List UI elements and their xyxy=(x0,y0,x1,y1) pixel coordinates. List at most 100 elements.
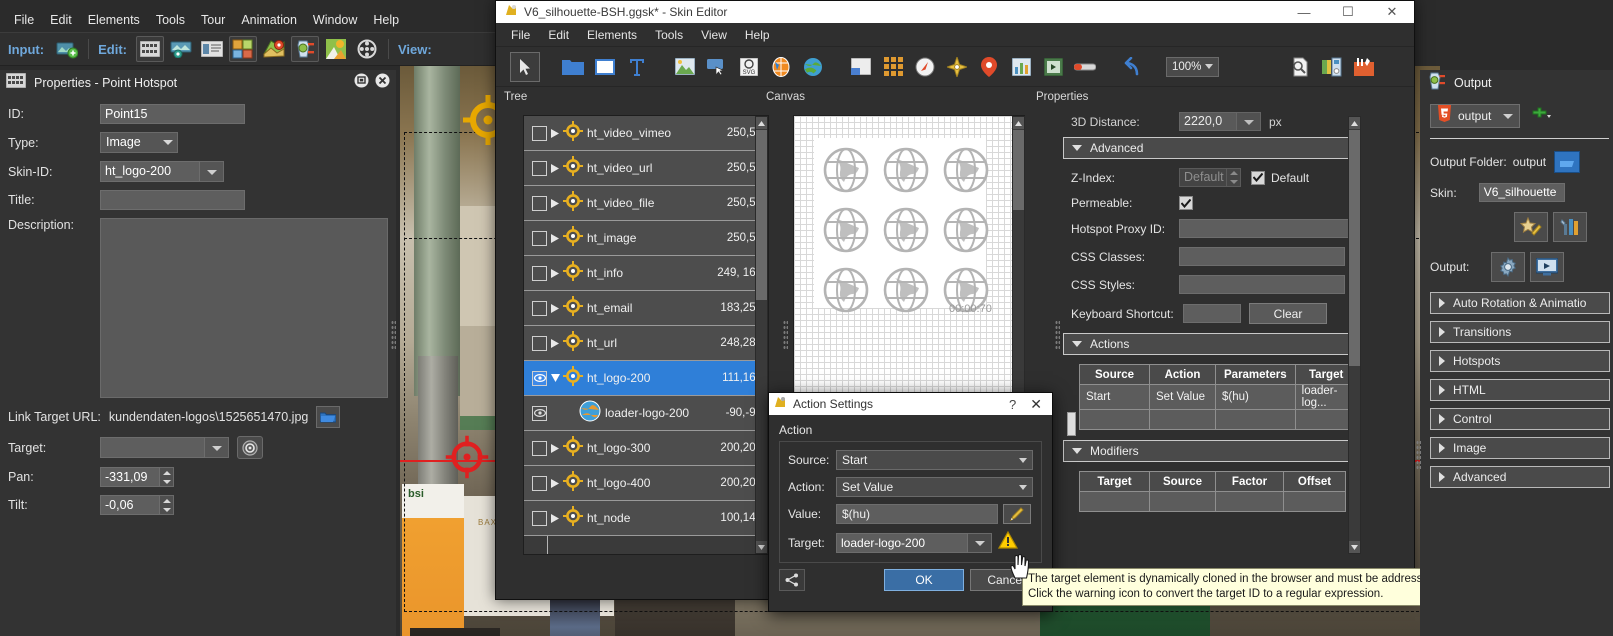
actions-row-drag-handle[interactable] xyxy=(1067,412,1076,436)
tilt-stepper[interactable]: -0,06 xyxy=(100,495,174,515)
clear-button[interactable]: Clear xyxy=(1249,303,1327,324)
scroll-up-arrow-icon[interactable] xyxy=(756,117,767,129)
svg-icon[interactable]: SVG xyxy=(734,52,764,82)
table-row[interactable]: ht_info 249, 163 xyxy=(524,256,768,291)
expand-arrow-icon[interactable] xyxy=(547,478,563,488)
visibility-checkbox-checked[interactable] xyxy=(532,405,547,421)
skin-menu-help[interactable]: Help xyxy=(736,25,779,45)
expand-arrow-icon[interactable] xyxy=(547,233,563,243)
help-icon[interactable]: ? xyxy=(1001,397,1024,412)
visibility-checkbox[interactable] xyxy=(532,440,547,456)
skin-value[interactable]: V6_silhouette xyxy=(1478,183,1565,202)
panorama-editor-icon[interactable] xyxy=(167,36,195,62)
accordion-hotspots[interactable]: Hotspots xyxy=(1430,350,1610,372)
expand-arrow-icon[interactable] xyxy=(547,338,563,348)
expand-arrow-icon[interactable] xyxy=(547,163,563,173)
left-splitter-handle[interactable] xyxy=(391,320,396,350)
right-splitter-handle[interactable] xyxy=(1416,440,1421,470)
keyboard-shortcut-input[interactable] xyxy=(1183,304,1241,323)
skin-menu-tools[interactable]: Tools xyxy=(646,25,692,45)
accordion-auto-rotation[interactable]: Auto Rotation & Animatio xyxy=(1430,292,1610,314)
z-index-value[interactable]: Default xyxy=(1179,168,1227,187)
target-dropdown[interactable] xyxy=(100,437,229,458)
canvas-globe-icon[interactable] xyxy=(822,146,870,194)
hotspot-editor-icon[interactable] xyxy=(135,36,164,62)
canvas-globe-icon[interactable] xyxy=(942,146,990,194)
scroll-down-arrow-icon[interactable] xyxy=(756,541,767,553)
skin-editor-toolbar[interactable]: SVG 100% xyxy=(496,47,1414,87)
scroll-up-arrow-icon[interactable] xyxy=(1349,117,1360,129)
button-icon[interactable] xyxy=(702,52,732,82)
tilt-spin-buttons[interactable] xyxy=(160,495,174,515)
table-row-child[interactable]: loader-logo-200 -90,-90 xyxy=(524,396,768,431)
canvas-globe-icon[interactable] xyxy=(822,266,870,314)
skin-menu-edit[interactable]: Edit xyxy=(539,25,578,45)
skin-editor-titlebar[interactable]: V6_silhouette-BSH.ggsk* - Skin Editor — … xyxy=(496,1,1414,23)
share-icon[interactable] xyxy=(779,569,805,591)
visibility-checkbox[interactable] xyxy=(532,335,547,351)
undock-icon[interactable] xyxy=(354,73,369,93)
hotspot-marker-red-selected[interactable] xyxy=(444,434,490,480)
rectangle-icon[interactable] xyxy=(590,52,620,82)
map-pin-icon[interactable] xyxy=(974,52,1004,82)
action-dropdown[interactable]: Set Value xyxy=(836,477,1033,497)
z-index-spin-buttons[interactable] xyxy=(1227,168,1241,187)
compass-icon[interactable] xyxy=(942,52,972,82)
expand-arrow-icon[interactable] xyxy=(547,303,563,313)
video-icon[interactable] xyxy=(1038,52,1068,82)
canvas-globe-icon[interactable] xyxy=(942,206,990,254)
actions-table[interactable]: Source Action Parameters Target Start Se… xyxy=(1079,364,1358,430)
ok-button[interactable]: OK xyxy=(884,569,964,591)
css-classes-input[interactable] xyxy=(1179,247,1345,266)
accordion-control[interactable]: Control xyxy=(1430,408,1610,430)
grid-icon[interactable] xyxy=(878,52,908,82)
dialog-titlebar[interactable]: Action Settings ? ✕ xyxy=(769,393,1052,415)
minimize-button[interactable]: — xyxy=(1282,1,1326,23)
menu-item-help[interactable]: Help xyxy=(365,10,407,30)
menu-item-animation[interactable]: Animation xyxy=(233,10,305,30)
visibility-checkbox[interactable] xyxy=(532,475,547,491)
add-panorama-icon[interactable] xyxy=(53,36,81,62)
skin-menu-file[interactable]: File xyxy=(502,25,539,45)
visibility-checkbox[interactable] xyxy=(532,265,547,281)
table-row[interactable]: ht_logo-300 200,200 xyxy=(524,431,768,466)
css-styles-input[interactable] xyxy=(1179,275,1345,294)
film-reel-icon[interactable] xyxy=(353,36,381,62)
table-row-empty[interactable] xyxy=(1079,409,1358,430)
expand-arrow-icon[interactable] xyxy=(547,268,563,278)
skin-star-icon[interactable] xyxy=(1514,212,1548,242)
source-dropdown[interactable]: Start xyxy=(836,450,1033,470)
menu-item-edit[interactable]: Edit xyxy=(42,10,80,30)
skin-id-dropdown[interactable]: ht_logo-200 xyxy=(100,161,224,182)
canvas-globe-icon[interactable] xyxy=(822,206,870,254)
hotspot-proxy-input[interactable] xyxy=(1179,219,1357,238)
canvas-globe-icon[interactable] xyxy=(882,206,930,254)
preview-monitor-icon[interactable] xyxy=(1530,252,1565,282)
tools-icon[interactable] xyxy=(1349,52,1379,82)
permeable-checkbox[interactable] xyxy=(1179,196,1193,210)
visibility-checkbox[interactable] xyxy=(532,195,547,211)
close-button[interactable]: ✕ xyxy=(1370,1,1414,23)
map-icon[interactable] xyxy=(766,52,796,82)
visibility-checkbox[interactable] xyxy=(532,510,547,526)
accordion-image[interactable]: Image xyxy=(1430,437,1610,459)
tree-scrollbar[interactable] xyxy=(755,116,768,554)
map-pin-icon[interactable] xyxy=(260,36,288,62)
text-icon[interactable] xyxy=(622,52,652,82)
visibility-checkbox[interactable] xyxy=(532,125,547,141)
skin-editor-icon[interactable] xyxy=(290,36,319,62)
main-menubar[interactable]: File Edit Elements Tools Tour Animation … xyxy=(0,8,400,32)
tilt-value[interactable]: -0,06 xyxy=(100,495,160,515)
maximize-button[interactable]: ☐ xyxy=(1326,1,1370,23)
warning-triangle-icon[interactable] xyxy=(997,530,1019,554)
target-pick-icon[interactable] xyxy=(237,436,263,459)
compass-needle-icon[interactable] xyxy=(910,52,940,82)
description-textarea[interactable] xyxy=(100,218,388,398)
accordion-advanced[interactable]: Advanced xyxy=(1430,466,1610,488)
close-icon[interactable]: ✕ xyxy=(1024,396,1048,413)
folder-icon[interactable] xyxy=(1554,151,1581,173)
table-row-selected[interactable]: ht_logo-200 111,169 xyxy=(524,361,768,396)
select-arrow-icon[interactable] xyxy=(510,51,540,82)
table-row[interactable]: ht_email 183,259 xyxy=(524,291,768,326)
skin-menu-elements[interactable]: Elements xyxy=(578,25,646,45)
